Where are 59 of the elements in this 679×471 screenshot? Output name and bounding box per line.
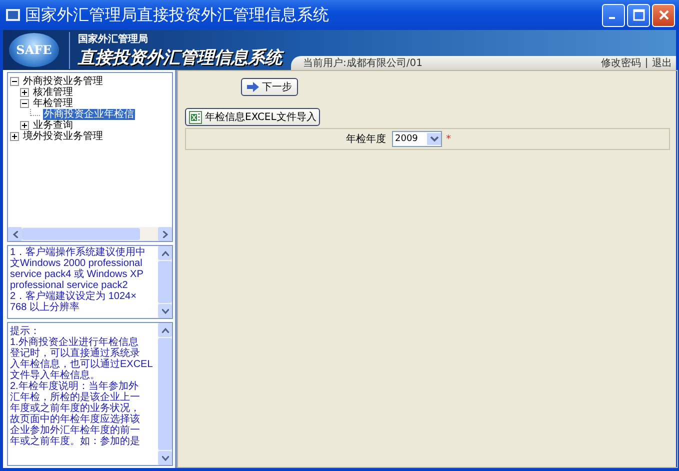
scroll-up-icon[interactable] [162,250,168,256]
tip-text: 汇年检，所检的是该企业上一 [10,392,141,403]
close-icon [658,9,670,21]
notice-text: 768 以上分辨率 [10,302,80,313]
caret-icon [430,136,438,142]
expand-icon[interactable] [20,121,29,130]
notice-text: 1．客户端操作系统建议使用中 [10,247,147,258]
tip-text: 文件导入年检信息。 [10,370,101,381]
tip-text: 入年检信息，也可以通过EXCEL [10,359,154,370]
tip-text: 年度或之前年度的业务状况， [10,403,141,414]
maximize-button[interactable] [627,4,650,26]
system-title: 直接投资外汇管理信息系统 [78,46,282,68]
header-link[interactable]: 修改密码 [601,56,641,70]
window-title: 国家外汇管理局直接投资外汇管理信息系统 [25,4,330,26]
scroll-down-icon[interactable] [162,308,168,314]
tip-text: 企业参加外汇年检年度的前一 [10,425,141,436]
arrow-right-icon [247,82,259,92]
scroll-down-icon[interactable] [162,456,168,460]
scroll-up-icon[interactable] [162,328,168,332]
tip-text: 年或之前年度。如：参加的是 [10,436,141,447]
vertical-scrollbar[interactable] [158,246,172,318]
notice-text: 2．客户端建议设定为 1024× [10,291,138,302]
tip-text: 1.外商投资企业进行年检信息 [10,337,140,348]
tree-item[interactable]: 外商投资业务管理 [22,76,104,87]
logo-emblem: SAFE [9,33,59,67]
collapse-icon[interactable] [20,99,29,108]
tree-item[interactable]: 业务查询 [32,120,74,131]
maximize-icon [632,9,644,21]
spreadsheet-icon [189,110,202,124]
tip-text: 提示： [10,326,40,337]
notice-text: 文Windows 2000 professional [10,258,144,269]
tip-text: 2.年检年度说明：当年参加外 [10,381,140,392]
tree-item[interactable]: 核准管理 [32,87,74,98]
expand-icon[interactable] [20,88,29,97]
field-label: 年检年度 [346,132,386,146]
organization-name: 国家外汇管理局 [78,32,149,46]
vertical-scrollbar[interactable] [158,323,172,465]
minimize-icon [609,17,615,19]
tip-text: 登记时，可以直接通过系统录 [10,348,141,359]
scroll-left-icon[interactable] [12,230,18,238]
expand-icon[interactable] [10,132,19,141]
year-dropdown[interactable]: 2009 [392,131,442,147]
next-step-button[interactable]: 下一步 [241,78,298,96]
current-user: 当前用户:成都有限公司/01 [303,56,422,70]
header-link[interactable]: 退出 [652,56,672,70]
scroll-right-icon[interactable] [162,230,168,238]
required-mark: * [446,134,451,144]
notice-text: professional service pack2 [10,280,129,291]
horizontal-scrollbar[interactable] [8,227,172,241]
notice-text: service pack4 或 Windows XP [10,269,144,280]
tree-item[interactable]: 境外投资业务管理 [22,131,104,142]
tip-text: 故页面中的年检年度应选择该 [10,414,141,425]
collapse-icon[interactable] [10,77,19,86]
app-icon [6,9,20,21]
minimize-button[interactable] [602,4,625,26]
close-button[interactable] [652,4,675,26]
tree-item[interactable]: 外商投资企业年检信 [43,109,135,120]
tree-item[interactable]: 年检管理 [32,98,74,109]
excel-import-button[interactable]: 年检信息EXCEL文件导入 [185,108,320,126]
